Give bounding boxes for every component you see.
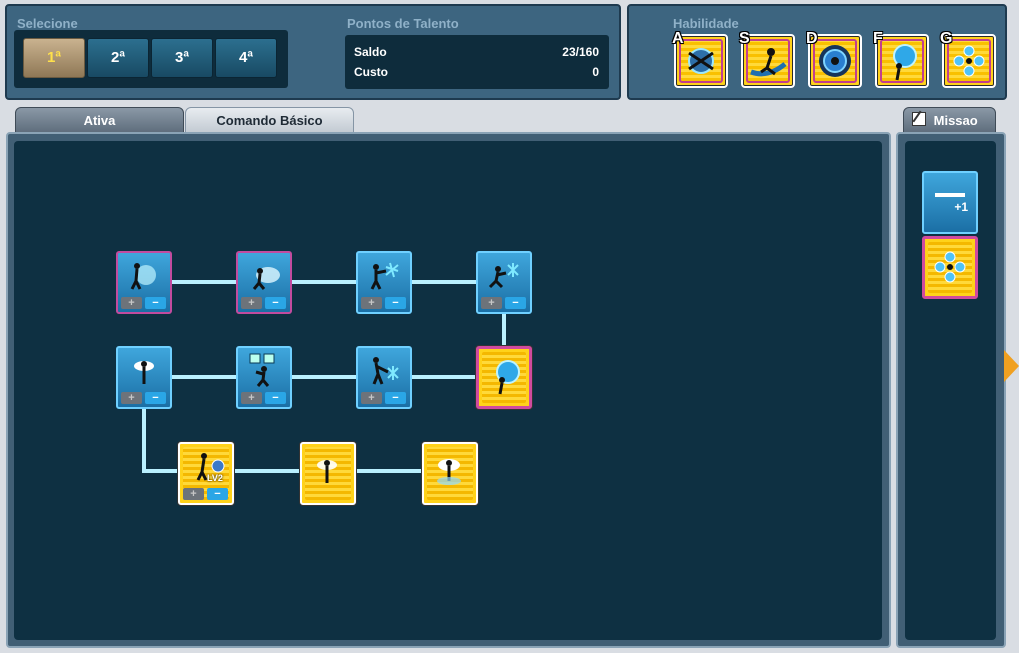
splash-strike-figure-icon xyxy=(252,267,280,290)
minus-button[interactable]: − xyxy=(145,297,166,309)
hotkey-d: D xyxy=(806,30,818,47)
build-2-button[interactable]: 2ª xyxy=(87,38,149,78)
talent-points-box: Saldo 23/160 Custo 0 xyxy=(345,35,609,89)
build-4-button[interactable]: 4ª xyxy=(215,38,277,78)
minus-button[interactable]: − xyxy=(145,392,166,404)
connector xyxy=(502,313,506,347)
skill-slot-f[interactable]: F xyxy=(873,30,929,88)
plus-one-bonus-icon xyxy=(935,193,965,197)
snowflake-aura-icon xyxy=(953,45,985,77)
minus-button[interactable]: − xyxy=(385,297,406,309)
balance-label: Saldo xyxy=(354,45,387,59)
skill-node-3[interactable]: + − xyxy=(356,251,412,314)
ice-shield-figure-icon xyxy=(130,263,156,290)
hotkey-f: F xyxy=(873,30,883,47)
skill-node-5[interactable]: + − xyxy=(116,346,172,409)
connector xyxy=(232,469,300,473)
connector xyxy=(172,280,236,284)
balance-value: 23/160 xyxy=(562,45,599,59)
lightning-figure-icon xyxy=(317,460,337,483)
snowflake-aura-icon xyxy=(934,251,966,283)
tab-ativa[interactable]: Ativa xyxy=(15,107,184,133)
build-3-button[interactable]: 3ª xyxy=(151,38,213,78)
plus-button[interactable]: + xyxy=(361,392,382,404)
skill-node-9[interactable]: LV2 + − xyxy=(178,442,234,505)
whirl-figure-icon xyxy=(437,459,461,485)
skill-slot-d[interactable]: D xyxy=(806,30,862,88)
build-1-button[interactable]: 1ª xyxy=(23,38,85,78)
hotkey-a: A xyxy=(672,30,684,47)
connector xyxy=(142,408,146,472)
minus-button[interactable]: − xyxy=(265,392,286,404)
connector xyxy=(412,280,476,284)
skill-node-4[interactable]: + − xyxy=(476,251,532,314)
plus-button[interactable]: + xyxy=(241,297,262,309)
connector xyxy=(292,375,356,379)
skill-slot-a[interactable]: A xyxy=(672,30,728,88)
expand-arrow-icon[interactable] xyxy=(1004,350,1019,382)
select-label: Selecione xyxy=(17,16,78,31)
skill-node-8[interactable] xyxy=(476,346,532,409)
plus-button[interactable]: + xyxy=(121,392,142,404)
plus-button[interactable]: + xyxy=(361,297,382,309)
skill-node-10[interactable] xyxy=(300,442,356,505)
plus-button[interactable]: + xyxy=(241,392,262,404)
plus-button[interactable]: + xyxy=(121,297,142,309)
skill-node-7[interactable]: + − xyxy=(356,346,412,409)
connector xyxy=(172,375,236,379)
skill-slot-g[interactable]: G xyxy=(940,30,996,88)
skill-slot-s[interactable]: S xyxy=(739,30,795,88)
level-badge: LV2 xyxy=(207,473,223,483)
chain-orb-icon xyxy=(893,44,917,81)
blue-sphere-icon xyxy=(819,45,851,77)
screens-figure-icon xyxy=(249,353,275,387)
balance-row: Saldo 23/160 xyxy=(354,45,599,61)
connector xyxy=(412,375,476,379)
minus-button[interactable]: − xyxy=(207,488,228,500)
mission-tab-label: Missao xyxy=(933,113,978,128)
minus-button[interactable]: − xyxy=(385,392,406,404)
minus-button[interactable]: − xyxy=(505,297,526,309)
plus-button[interactable]: + xyxy=(183,488,204,500)
hotkey-g: G xyxy=(940,30,953,47)
connector xyxy=(142,469,178,473)
dash-slash-icon xyxy=(750,48,787,77)
hotkey-s: S xyxy=(739,30,750,47)
ice-lunge-figure-icon xyxy=(372,357,399,385)
skill-node-1[interactable]: + − xyxy=(116,251,172,314)
cost-value: 0 xyxy=(592,65,599,79)
wind-burst-icon xyxy=(688,48,714,74)
connector xyxy=(354,469,422,473)
aura-item[interactable] xyxy=(922,236,978,299)
tab-missao[interactable]: Missao xyxy=(903,107,996,133)
minus-button[interactable]: − xyxy=(265,297,286,309)
aura-figure-icon xyxy=(134,361,154,384)
bonus-text: +1 xyxy=(954,200,968,214)
ice-shot-figure-icon xyxy=(370,262,399,290)
build-select-group: 1ª 2ª 3ª 4ª xyxy=(14,30,288,88)
cost-row: Custo 0 xyxy=(354,65,599,81)
frost-run-figure-icon xyxy=(488,263,519,289)
skills-label: Habilidade xyxy=(673,16,739,31)
tab-comando-basico[interactable]: Comando Básico xyxy=(185,107,354,133)
connector xyxy=(292,280,356,284)
skill-node-11[interactable] xyxy=(422,442,478,505)
skill-node-6[interactable]: + − xyxy=(236,346,292,409)
chain-orb-figure-icon xyxy=(496,360,520,395)
note-pencil-icon xyxy=(912,110,926,126)
cost-label: Custo xyxy=(354,65,388,79)
bonus-item[interactable]: +1 xyxy=(922,171,978,234)
talent-points-label: Pontos de Talento xyxy=(347,16,459,31)
skill-node-2[interactable]: + − xyxy=(236,251,292,314)
plus-button[interactable]: + xyxy=(481,297,502,309)
